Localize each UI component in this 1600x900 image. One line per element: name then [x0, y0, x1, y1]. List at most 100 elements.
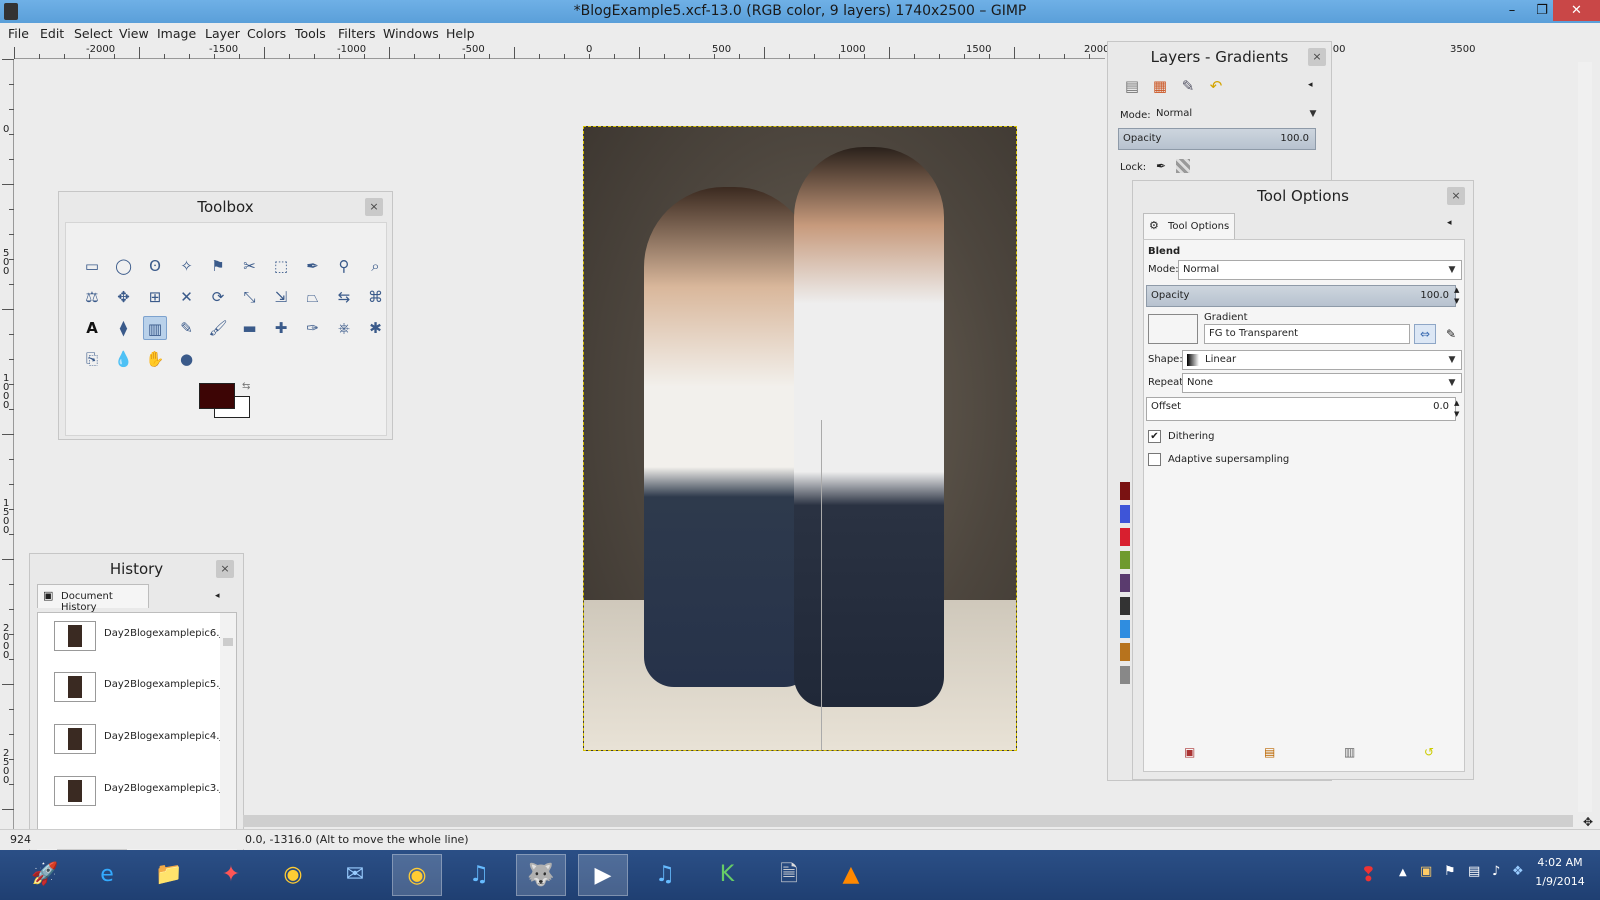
taskbar-itunes-icon[interactable]: ♫	[454, 854, 504, 896]
paths-tab-icon[interactable]: ✎	[1176, 75, 1200, 97]
palette-swatch[interactable]	[1120, 528, 1130, 546]
gradient-name-field[interactable]: FG to Transparent	[1204, 324, 1410, 344]
dithering-checkbox[interactable]: ✔	[1148, 430, 1161, 443]
adaptive-supersampling-checkbox[interactable]	[1148, 453, 1161, 466]
notification-icon[interactable]: ❢	[1360, 862, 1377, 886]
menu-view[interactable]: View	[119, 26, 149, 41]
swap-colors-icon[interactable]: ⇆	[242, 381, 250, 392]
smudge-tool-icon[interactable]: ✋	[143, 347, 167, 371]
tray-flag-icon[interactable]: ⚑	[1444, 864, 1456, 879]
delete-options-icon[interactable]: ▥	[1344, 745, 1355, 759]
layers-mode-select[interactable]: Normal ▼	[1152, 105, 1322, 125]
reset-options-icon[interactable]: ↺	[1424, 745, 1434, 759]
taskbar-files-icon[interactable]: 🗎	[764, 854, 814, 896]
blend-line[interactable]	[821, 420, 822, 750]
edit-gradient-icon[interactable]: ✎	[1442, 324, 1460, 344]
rotate-tool-icon[interactable]: ⟳	[206, 285, 230, 309]
menu-layer[interactable]: Layer	[205, 26, 240, 41]
list-item[interactable]: Day2Blogexamplepic5.jpg	[46, 664, 235, 710]
color-select-tool-icon[interactable]: ⚑	[206, 254, 230, 278]
gradient-preview[interactable]	[1148, 314, 1198, 344]
offset-field[interactable]: Offset 0.0	[1146, 397, 1456, 421]
toolbox-close-button[interactable]: ×	[365, 198, 383, 216]
tool-options-menu-icon[interactable]: ◂	[1447, 218, 1452, 228]
menu-tools[interactable]: Tools	[295, 26, 326, 41]
shape-select[interactable]: Linear ▼	[1182, 350, 1462, 370]
foreground-select-tool-icon[interactable]: ⬚	[269, 254, 293, 278]
list-item[interactable]: Day2Blogexamplepic3.jpg	[46, 768, 235, 814]
palette-swatch[interactable]	[1120, 597, 1130, 615]
reverse-gradient-icon[interactable]: ⇔	[1414, 324, 1436, 344]
fuzzy-select-tool-icon[interactable]: ✧	[175, 254, 199, 278]
lock-alpha-icon[interactable]	[1176, 159, 1190, 173]
list-item[interactable]: Day2Blogexamplepic4.jpg	[46, 716, 235, 762]
taskbar-vlc-icon[interactable]: ▲	[826, 854, 876, 896]
airbrush-tool-icon[interactable]: ✚	[269, 316, 293, 340]
menu-help[interactable]: Help	[446, 26, 475, 41]
layers-close-button[interactable]: ×	[1308, 48, 1326, 66]
rect-select-tool-icon[interactable]: ▭	[80, 254, 104, 278]
scissors-tool-icon[interactable]: ✂	[238, 254, 262, 278]
dodge-burn-tool-icon[interactable]: ●	[175, 347, 199, 371]
zoom-value[interactable]: 924	[10, 833, 31, 846]
palette-swatch[interactable]	[1120, 482, 1130, 500]
taskbar-puzzle-icon[interactable]: ✦	[206, 854, 256, 896]
fg-color-swatch[interactable]	[199, 383, 235, 409]
palette-swatch[interactable]	[1120, 551, 1130, 569]
measure-tool-icon[interactable]: ⚖	[80, 285, 104, 309]
palette-swatch[interactable]	[1120, 620, 1130, 638]
taskbar-media-icon[interactable]: ▶	[578, 854, 628, 896]
zoom-tool-icon[interactable]: ⌕	[364, 254, 388, 278]
taskbar-chrome2-icon[interactable]: ◉	[392, 854, 442, 896]
taskbar-itunes2-icon[interactable]: ♫	[640, 854, 690, 896]
menu-edit[interactable]: Edit	[40, 26, 64, 41]
network-icon[interactable]: ▤	[1468, 864, 1480, 879]
layers-menu-icon[interactable]: ◂	[1308, 80, 1313, 90]
history-close-button[interactable]: ×	[216, 560, 234, 578]
undo-tab-icon[interactable]: ↶	[1204, 75, 1228, 97]
menu-colors[interactable]: Colors	[247, 26, 286, 41]
repeat-select[interactable]: None ▼	[1182, 373, 1462, 393]
perspective-tool-icon[interactable]: ⏢	[301, 285, 325, 309]
ellipse-select-tool-icon[interactable]: ◯	[112, 254, 136, 278]
channels-tab-icon[interactable]: ▦	[1148, 75, 1172, 97]
restore-options-icon[interactable]: ▤	[1264, 745, 1275, 759]
crop-tool-icon[interactable]: ✕	[175, 285, 199, 309]
scale-tool-icon[interactable]: ⤡	[238, 285, 262, 309]
clock-date[interactable]: 1/9/2014	[1530, 875, 1590, 888]
tray-arrow-icon[interactable]: ▲	[1399, 867, 1407, 878]
taskbar-chrome-icon[interactable]: ◉	[268, 854, 318, 896]
close-button[interactable]: ✕	[1553, 0, 1600, 21]
text-tool-icon[interactable]: A	[80, 316, 104, 340]
perspective-clone-tool-icon[interactable]: ⎘	[80, 347, 104, 371]
shear-tool-icon[interactable]: ⇲	[269, 285, 293, 309]
paths-tool-icon[interactable]: ✒	[301, 254, 325, 278]
clone-tool-icon[interactable]: ⎈	[332, 316, 356, 340]
pencil-tool-icon[interactable]: ✎	[175, 316, 199, 340]
taskbar-rocket-icon[interactable]: 🚀	[20, 854, 70, 896]
tab-document-history[interactable]: ▣ Document History	[37, 584, 149, 613]
align-tool-icon[interactable]: ⊞	[143, 285, 167, 309]
color-picker-tool-icon[interactable]: ⚲	[332, 254, 356, 278]
flip-tool-icon[interactable]: ⇆	[332, 285, 356, 309]
canvas-hscrollbar[interactable]	[243, 815, 1573, 827]
menu-select[interactable]: Select	[74, 26, 113, 41]
paintbrush-tool-icon[interactable]: 🖌	[206, 316, 230, 340]
blur-tool-icon[interactable]: 💧	[112, 347, 136, 371]
menu-file[interactable]: File	[8, 26, 29, 41]
blend-mode-select[interactable]: Normal ▼	[1178, 260, 1462, 280]
taskbar-ie-icon[interactable]: e	[82, 854, 132, 896]
move-tool-icon[interactable]: ✥	[112, 285, 136, 309]
layers-opacity-slider[interactable]: Opacity 100.0	[1118, 128, 1316, 150]
horizontal-ruler[interactable]: -2000 -1500 -1000 -500 0 500 1000 1500 2…	[14, 43, 1109, 59]
free-select-tool-icon[interactable]: ʘ	[143, 254, 167, 278]
palette-swatch[interactable]	[1120, 666, 1130, 684]
history-menu-icon[interactable]: ◂	[215, 591, 220, 601]
dropbox-icon[interactable]: ❖	[1512, 864, 1524, 879]
tray-app-icon[interactable]: ▣	[1420, 864, 1432, 879]
blend-tool-icon[interactable]: ▥	[143, 316, 167, 340]
palette-swatch[interactable]	[1120, 574, 1130, 592]
palette-swatch[interactable]	[1120, 505, 1130, 523]
history-vscrollbar[interactable]	[220, 613, 236, 840]
eraser-tool-icon[interactable]: ▬	[238, 316, 262, 340]
